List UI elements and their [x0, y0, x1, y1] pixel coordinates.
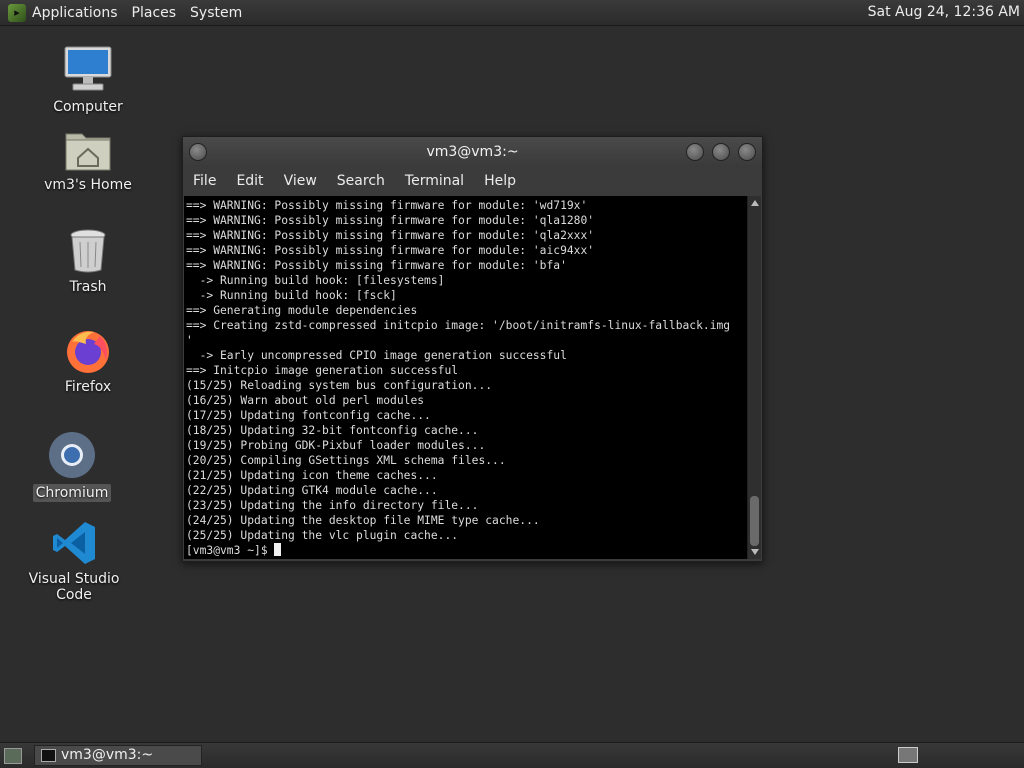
terminal-icon	[41, 749, 56, 762]
terminal-line: -> Running build hook: [fsck]	[186, 289, 397, 302]
terminal-line: ==> Creating zstd-compressed initcpio im…	[186, 319, 731, 332]
terminal-line: (23/25) Updating the info directory file…	[186, 499, 479, 512]
terminal-line: -> Early uncompressed CPIO image generat…	[186, 349, 567, 362]
menu-system[interactable]: System	[190, 5, 242, 21]
show-desktop-icon[interactable]	[4, 748, 22, 764]
menu-view[interactable]: View	[284, 173, 317, 189]
computer-icon	[63, 44, 113, 94]
desktop-icon-label: Computer	[53, 99, 123, 115]
terminal-line: (15/25) Reloading system bus configurati…	[186, 379, 493, 392]
desktop-icon-trash[interactable]: Trash	[28, 228, 148, 296]
taskbar-item-terminal[interactable]: vm3@vm3:~	[34, 745, 202, 766]
terminal-line: -> Running build hook: [filesystems]	[186, 274, 445, 287]
menu-applications[interactable]: Applications	[32, 5, 118, 21]
distro-logo-icon[interactable]: ▸	[8, 3, 26, 22]
desktop-icon-label: Chromium	[32, 484, 112, 502]
terminal-line: ==> WARNING: Possibly missing firmware f…	[186, 259, 567, 272]
terminal-output[interactable]: ==> WARNING: Possibly missing firmware f…	[184, 196, 747, 559]
window-title: vm3@vm3:~	[426, 144, 519, 160]
desktop-icon-label: Firefox	[64, 379, 112, 395]
terminal-line: (17/25) Updating fontconfig cache...	[186, 409, 431, 422]
desktop-icon-computer[interactable]: Computer	[28, 44, 148, 116]
desktop-icon-firefox[interactable]: Firefox	[28, 326, 148, 396]
menu-terminal[interactable]: Terminal	[405, 173, 464, 189]
text-cursor	[274, 543, 282, 556]
terminal-line: '	[186, 334, 193, 347]
terminal-line: ==> Initcpio image generation successful	[186, 364, 459, 377]
terminal-line: (18/25) Updating 32-bit fontconfig cache…	[186, 424, 479, 437]
terminal-prompt-line[interactable]: [vm3@vm3 ~]$	[186, 543, 747, 558]
bottom-panel: vm3@vm3:~	[0, 742, 1024, 768]
desktop-icon-label: Trash	[69, 279, 107, 295]
trash-icon	[68, 228, 108, 274]
terminal-line: (19/25) Probing GDK-Pixbuf loader module…	[186, 439, 486, 452]
terminal-line: (24/25) Updating the desktop file MIME t…	[186, 514, 540, 527]
terminal-line: (16/25) Warn about old perl modules	[186, 394, 425, 407]
menu-places[interactable]: Places	[132, 5, 177, 21]
desktop-icon-vscode[interactable]: Visual Studio Code	[14, 520, 134, 604]
terminal-prompt: [vm3@vm3 ~]$	[186, 544, 275, 557]
terminal-scrollbar[interactable]	[747, 196, 761, 559]
menu-file[interactable]: File	[193, 173, 216, 189]
home-folder-icon	[64, 128, 112, 172]
menu-help[interactable]: Help	[484, 173, 516, 189]
clock[interactable]: Sat Aug 24, 12:36 AM	[868, 4, 1020, 20]
window-menu-button[interactable]	[189, 143, 207, 161]
desktop-icon-label: vm3's Home	[44, 177, 132, 193]
menu-search[interactable]: Search	[337, 173, 385, 189]
scrollbar-thumb[interactable]	[750, 496, 759, 546]
menu-edit[interactable]: Edit	[236, 173, 263, 189]
desktop-icon-chromium[interactable]: Chromium	[12, 430, 132, 502]
terminal-line: (25/25) Updating the vlc plugin cache...	[186, 529, 459, 542]
vscode-icon	[51, 520, 97, 566]
terminal-line: ==> WARNING: Possibly missing firmware f…	[186, 229, 595, 242]
scroll-down-arrow-icon[interactable]	[751, 549, 759, 555]
window-titlebar[interactable]: vm3@vm3:~	[183, 137, 762, 167]
desktop-icon-label: Visual Studio Code	[28, 571, 120, 603]
chromium-icon	[47, 430, 97, 480]
terminal-line: ==> WARNING: Possibly missing firmware f…	[186, 244, 595, 257]
terminal-window[interactable]: vm3@vm3:~ File Edit View Search Terminal…	[182, 136, 763, 562]
terminal-line: (21/25) Updating icon theme caches...	[186, 469, 438, 482]
desktop-icon-home[interactable]: vm3's Home	[28, 128, 148, 194]
terminal-line: ==> WARNING: Possibly missing firmware f…	[186, 214, 595, 227]
terminal-line: ==> Generating module dependencies	[186, 304, 418, 317]
scroll-up-arrow-icon[interactable]	[751, 200, 759, 206]
terminal-menubar: File Edit View Search Terminal Help	[183, 167, 762, 195]
terminal-line: (22/25) Updating GTK4 module cache...	[186, 484, 438, 497]
terminal-line: ==> WARNING: Possibly missing firmware f…	[186, 199, 588, 212]
minimize-button[interactable]	[686, 143, 704, 161]
workspace-switcher[interactable]	[898, 747, 918, 763]
firefox-icon	[64, 326, 112, 374]
taskbar-item-label: vm3@vm3:~	[61, 747, 154, 763]
maximize-button[interactable]	[712, 143, 730, 161]
top-panel: ▸ Applications Places System Sat Aug 24,…	[0, 0, 1024, 26]
terminal-line: (20/25) Compiling GSettings XML schema f…	[186, 454, 506, 467]
close-button[interactable]	[738, 143, 756, 161]
